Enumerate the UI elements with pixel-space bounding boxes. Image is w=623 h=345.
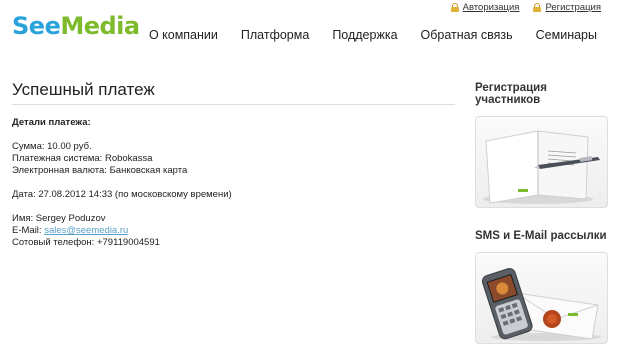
page-title: Успешный платеж <box>12 80 455 105</box>
register-label: Регистрация <box>545 2 601 13</box>
amount-text: Сумма: 10.00 руб. <box>12 141 92 152</box>
payment-system-text: Платежная система: Robokassa <box>12 153 153 164</box>
email-row: E-Mail: sales@seemedia.ru <box>12 225 455 237</box>
nav-item-company[interactable]: О компании <box>149 28 218 42</box>
details-heading: Детали платежа: <box>12 117 91 128</box>
open-book-pen-image <box>483 130 600 204</box>
lock-icon <box>450 3 459 12</box>
nav-item-support[interactable]: Поддержка <box>332 28 397 42</box>
date-text: Дата: 27.08.2012 14:33 (по московскому в… <box>12 189 232 200</box>
register-link[interactable]: Регистрация <box>533 2 601 13</box>
main-nav: О компании Платформа Поддержка Обратная … <box>149 28 597 42</box>
sidebar-title-registration[interactable]: Регистрация участников <box>475 82 608 106</box>
registration-banner[interactable] <box>475 116 608 208</box>
nav-item-platform[interactable]: Платформа <box>241 28 309 42</box>
sidebar: Регистрация участников SMS и E-Mail расс… <box>475 82 608 344</box>
login-link[interactable]: Авторизация <box>450 2 520 13</box>
login-label: Авторизация <box>462 2 520 13</box>
nav-item-seminars[interactable]: Семинары <box>536 28 597 42</box>
logo-see: See <box>12 12 61 40</box>
lock-icon <box>533 3 542 12</box>
phone-envelope-image <box>481 268 601 341</box>
auth-links: Авторизация Регистрация <box>450 2 601 13</box>
email-link[interactable]: sales@seemedia.ru <box>44 225 128 236</box>
sms-banner[interactable] <box>475 252 608 344</box>
currency-text: Электронная валюта: Банковская карта <box>12 165 188 176</box>
logo-media: Media <box>60 12 140 40</box>
phone-text: Сотовый телефон: +79119004591 <box>12 237 160 248</box>
nav-item-feedback[interactable]: Обратная связь <box>421 28 513 42</box>
email-label: E-Mail: <box>12 225 45 236</box>
logo[interactable]: SeeMedia <box>12 14 140 38</box>
main-content: Успешный платеж Детали платежа: Сумма: 1… <box>12 80 455 249</box>
name-text: Имя: Sergey Poduzov <box>12 213 106 224</box>
sidebar-title-sms[interactable]: SMS и E-Mail рассылки <box>475 230 608 242</box>
payment-details: Детали платежа: Сумма: 10.00 руб. Платеж… <box>12 117 455 249</box>
